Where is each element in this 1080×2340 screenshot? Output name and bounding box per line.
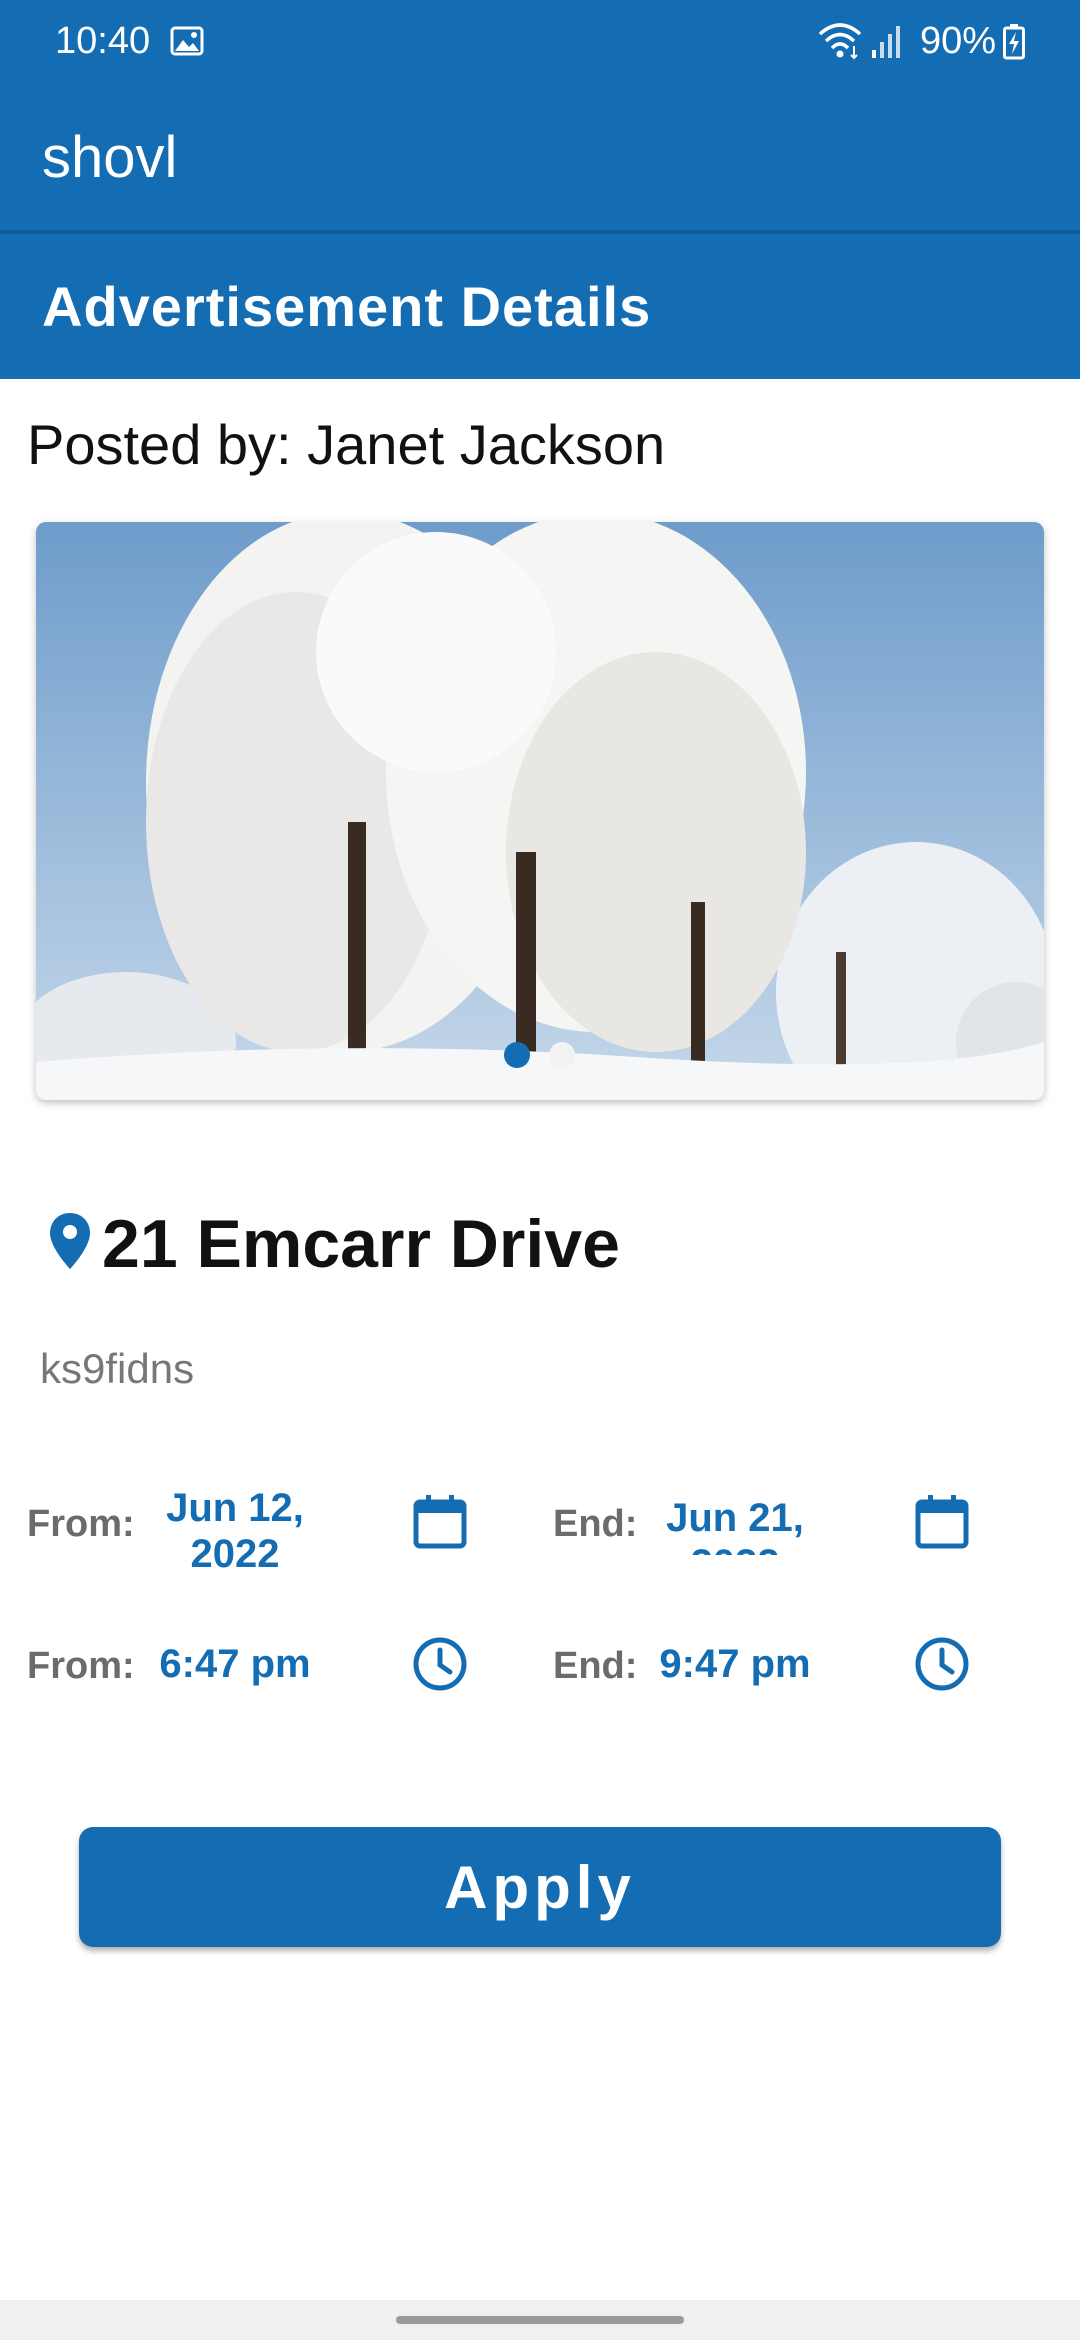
calendar-icon[interactable] <box>912 1492 972 1552</box>
app-title: shovl <box>42 125 178 190</box>
page-title: Advertisement Details <box>42 275 652 338</box>
section-header: Advertisement Details <box>0 234 1080 379</box>
end-time-label: End: <box>553 1645 638 1687</box>
address-text: 21 Emcarr Drive <box>102 1206 620 1282</box>
wifi-icon <box>818 23 862 60</box>
battery-charging-icon <box>1003 24 1025 60</box>
calendar-icon[interactable] <box>410 1492 470 1552</box>
end-date-value[interactable]: Jun 21, 2022 <box>650 1495 820 1555</box>
from-date-label: From: <box>27 1503 135 1545</box>
battery-percent: 90% <box>920 20 997 62</box>
carousel-dot-active[interactable] <box>504 1042 530 1068</box>
location-pin-icon <box>50 1213 90 1269</box>
clock-icon[interactable] <box>410 1634 470 1694</box>
ad-code: ks9fidns <box>40 1345 195 1392</box>
image-icon <box>170 26 204 56</box>
image-carousel[interactable] <box>36 522 1044 1100</box>
carousel-dot[interactable] <box>549 1042 575 1068</box>
posted-by-text: Posted by: Janet Jackson <box>27 413 666 476</box>
apply-button[interactable]: Apply <box>79 1827 1001 1947</box>
from-time-value[interactable]: 6:47 pm <box>150 1642 320 1687</box>
status-time: 10:40 <box>55 20 151 62</box>
home-indicator[interactable] <box>396 2316 684 2324</box>
from-time-label: From: <box>27 1645 135 1687</box>
end-time-value[interactable]: 9:47 pm <box>650 1642 820 1687</box>
from-date-value[interactable]: Jun 12, 2022 <box>150 1485 320 1577</box>
clock-icon[interactable] <box>912 1634 972 1694</box>
snow-trees-image <box>36 522 1044 1100</box>
end-date-label: End: <box>553 1503 638 1545</box>
status-bar: 10:40 90% <box>0 0 1080 86</box>
signal-icon <box>872 26 900 58</box>
app-bar: shovl <box>0 86 1080 232</box>
